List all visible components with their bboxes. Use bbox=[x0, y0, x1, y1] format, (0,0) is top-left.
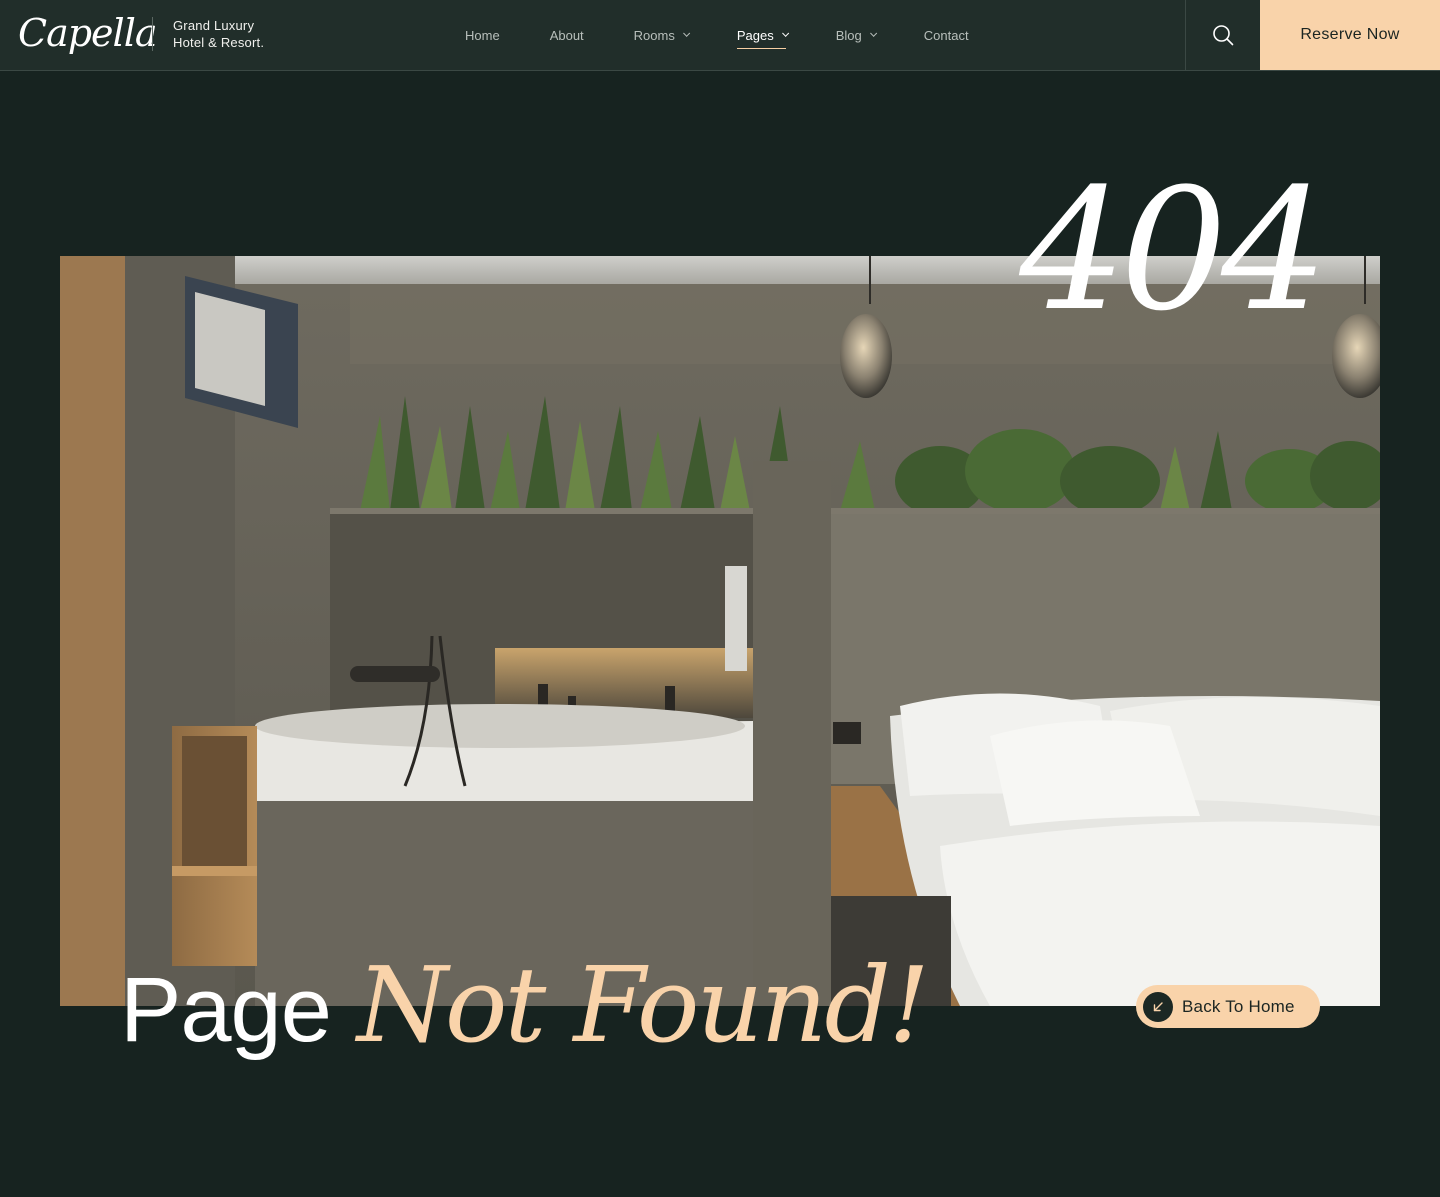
brand-logo[interactable]: Capella bbox=[18, 6, 158, 60]
nav-label: Contact bbox=[923, 27, 969, 43]
site-header: Capella Grand Luxury Hotel & Resort. Hom… bbox=[0, 0, 1440, 71]
back-to-home-label: Back To Home bbox=[1182, 996, 1295, 1016]
chevron-down-icon bbox=[781, 29, 789, 37]
search-button[interactable] bbox=[1185, 0, 1260, 70]
tagline-line-2: Hotel & Resort. bbox=[173, 35, 265, 50]
nav-item-home[interactable]: Home bbox=[465, 0, 500, 70]
nav-item-blog[interactable]: Blog bbox=[835, 0, 877, 70]
nav-item-about[interactable]: About bbox=[550, 0, 584, 70]
brand-tagline: Grand Luxury Hotel & Resort. bbox=[173, 17, 264, 51]
tagline-line-1: Grand Luxury bbox=[173, 18, 255, 33]
nav-label: Rooms bbox=[633, 27, 675, 43]
arrow-down-left-icon bbox=[1143, 991, 1173, 1022]
nav-item-contact[interactable]: Contact bbox=[924, 0, 969, 70]
nav-item-pages[interactable]: Pages bbox=[736, 0, 789, 70]
chevron-down-icon bbox=[682, 29, 691, 37]
nav-item-rooms[interactable]: Rooms bbox=[633, 0, 691, 70]
search-icon bbox=[1213, 25, 1234, 46]
room-illustration bbox=[60, 256, 1380, 1006]
reserve-now-button[interactable]: Reserve Now bbox=[1260, 0, 1440, 70]
back-to-home-button[interactable]: Back To Home bbox=[1136, 985, 1320, 1028]
main-nav: Home About Rooms Pages Blog Contact bbox=[440, 0, 1019, 70]
page-title: Page Not Found! bbox=[120, 944, 930, 1074]
logo-divider bbox=[152, 17, 153, 51]
title-plain: Page bbox=[120, 959, 332, 1061]
error-code: 404 bbox=[1019, 152, 1328, 348]
chevron-down-icon bbox=[869, 29, 877, 37]
nav-label: Home bbox=[465, 27, 500, 43]
nav-label: About bbox=[549, 27, 584, 43]
title-accent: Not Found! bbox=[356, 944, 930, 1066]
nav-label: Blog bbox=[835, 27, 862, 43]
hero-room-image bbox=[60, 256, 1380, 1006]
nav-label: Pages bbox=[736, 27, 774, 43]
